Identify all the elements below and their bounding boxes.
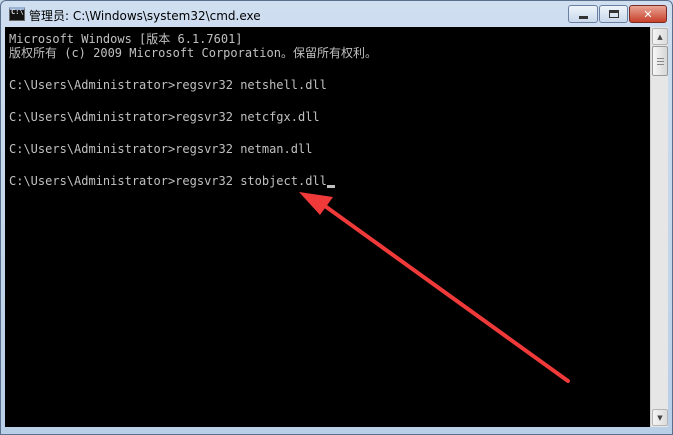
thumb-grip <box>657 61 664 62</box>
console-line: C:\Users\Administrator>regsvr32 netcfgx.… <box>9 110 320 124</box>
thumb-grip <box>657 64 664 65</box>
console-prompt-line[interactable]: C:\Users\Administrator>regsvr32 stobject… <box>9 173 335 189</box>
scroll-down-button[interactable]: ▼ <box>652 409 668 426</box>
cmd-icon[interactable]: C:\ <box>9 7 25 21</box>
close-icon: ✕ <box>643 7 653 21</box>
scroll-up-button[interactable]: ▲ <box>652 28 668 45</box>
console-line: C:\Users\Administrator>regsvr32 netshell… <box>9 78 327 92</box>
scroll-thumb[interactable] <box>652 46 668 76</box>
console-line: C:\Users\Administrator>regsvr32 netman.d… <box>9 142 313 156</box>
maximize-button[interactable] <box>599 5 628 23</box>
console-line: 版权所有 (c) 2009 Microsoft Corporation。保留所有… <box>9 46 377 60</box>
maximize-icon <box>608 10 619 18</box>
console-output[interactable]: Microsoft Windows [版本 6.1.7601] 版权所有 (c)… <box>5 27 650 427</box>
minimize-icon <box>578 15 588 19</box>
cmd-window: C:\ 管理员: C:\Windows\system32\cmd.exe ✕ M… <box>0 0 673 435</box>
title-bar[interactable]: C:\ 管理员: C:\Windows\system32\cmd.exe ✕ <box>1 1 672 27</box>
text-cursor <box>326 185 335 188</box>
vertical-scrollbar[interactable]: ▲ ▼ <box>650 27 668 427</box>
console-current-command: C:\Users\Administrator>regsvr32 stobject… <box>9 174 327 188</box>
up-arrow-icon: ▲ <box>657 32 663 41</box>
thumb-grip <box>657 58 664 59</box>
minimize-button[interactable] <box>568 5 598 23</box>
down-arrow-icon: ▼ <box>657 413 663 422</box>
close-button[interactable]: ✕ <box>629 5 667 23</box>
window-title: 管理员: C:\Windows\system32\cmd.exe <box>29 9 261 23</box>
